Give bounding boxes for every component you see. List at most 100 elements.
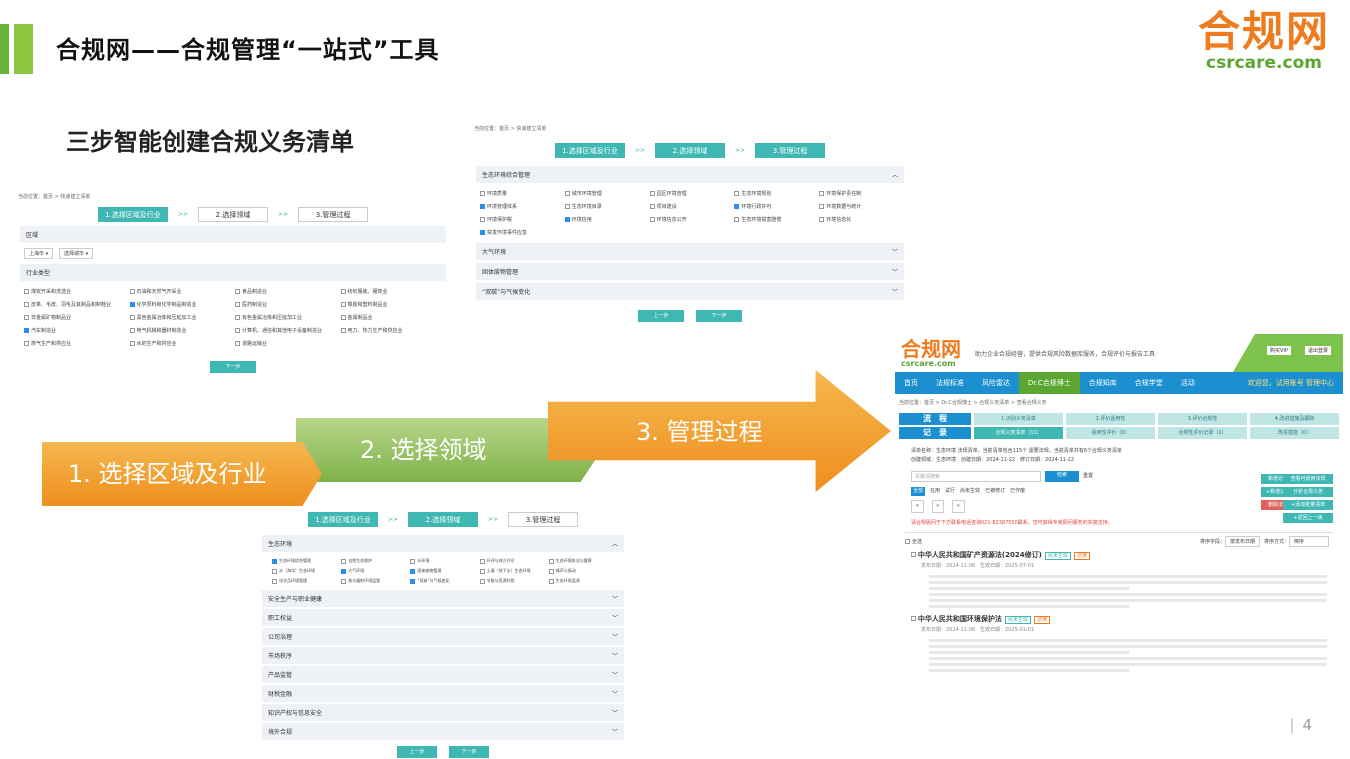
status-filter[interactable]: 在用 <box>930 487 940 496</box>
nav-item[interactable]: 合规学堂 <box>1126 372 1172 394</box>
action-button[interactable]: +返回上一级 <box>1283 513 1333 523</box>
checkbox-item[interactable]: 项目建设 <box>649 203 731 210</box>
checkbox-item[interactable]: 突发环境事件应急 <box>480 229 561 236</box>
checkbox-item[interactable]: 园区环境管理 <box>649 190 731 197</box>
checkbox-item[interactable]: 燃气生产和供应业 <box>24 340 126 347</box>
reset-link[interactable]: 重置 <box>1083 472 1093 481</box>
site-logo[interactable]: 合规网 <box>901 339 961 359</box>
checkbox-item[interactable]: 橡胶和塑料制品业 <box>340 301 443 308</box>
status-filter[interactable]: 尚未生效 <box>960 487 980 496</box>
status-filter[interactable]: 已被修订 <box>985 487 1005 496</box>
next-button[interactable]: 下一步 <box>449 746 489 758</box>
nav-item[interactable]: 合规知库 <box>1080 372 1126 394</box>
checkbox-item[interactable]: 节能与资源利用 <box>479 578 545 584</box>
search-button[interactable]: 检索 <box>1045 471 1079 482</box>
step-1[interactable]: 1.选择区域及行业 <box>97 207 168 222</box>
law-item[interactable]: 中华人民共和国环境保护法 尚未生效 法律 发布日期：2024-11-08 生效日期：2… <box>895 611 1343 636</box>
record-tab[interactable]: 改进措施（0） <box>1250 427 1339 439</box>
prev-button[interactable]: 上一步 <box>397 746 437 758</box>
checkbox-item[interactable]: 电力、热力生产和供应业 <box>340 327 443 334</box>
checkbox-item[interactable]: 噪声与振动 <box>548 568 614 574</box>
nav-item[interactable]: 活动 <box>1172 372 1204 394</box>
checkbox-item[interactable]: 生态环境监测 <box>548 578 614 584</box>
sort-select[interactable]: 按发布日期 <box>1224 536 1260 547</box>
step-3[interactable]: 3.管理过程 <box>508 512 579 527</box>
user-welcome[interactable]: 欢迎您，试用账号 管理中心 <box>1239 372 1343 394</box>
prev-button[interactable]: 上一步 <box>638 310 684 322</box>
flow-step[interactable]: 1.识别义务清单 <box>974 413 1063 425</box>
checkbox-item[interactable]: 环境保护责任制 <box>819 190 900 197</box>
status-filter[interactable]: 全部 <box>911 487 926 496</box>
checkbox-item[interactable]: 医药制造业 <box>235 301 337 308</box>
search-input[interactable]: 关键词搜索 <box>911 471 1041 482</box>
checkbox-item[interactable]: 皮革、毛皮、羽毛及其制品和制鞋业 <box>24 301 126 308</box>
section-header[interactable]: 生态环境综合管理 ︿ <box>476 166 904 183</box>
checkbox-item[interactable]: 环境信息化 <box>819 216 900 223</box>
checkbox-item[interactable]: “双碳”与气候变化 <box>410 578 475 584</box>
buy-vip-button[interactable]: 购买VIP <box>1267 346 1291 355</box>
checkbox-item[interactable]: 环境行政许可 <box>734 203 815 210</box>
checkbox-item[interactable]: 水的生产和供应业 <box>129 340 232 347</box>
status-filter[interactable]: 试行 <box>945 487 955 496</box>
step-2[interactable]: 2.选择领域 <box>408 512 478 527</box>
checkbox-item[interactable]: 化学原料和化学制品制造业 <box>129 301 232 308</box>
checkbox-item[interactable]: 非金属矿物制品业 <box>24 314 126 321</box>
checkbox-item[interactable]: 环境保护税 <box>480 216 561 223</box>
next-button[interactable]: 下一步 <box>210 361 256 373</box>
checkbox-item[interactable]: 水环境 <box>410 558 475 564</box>
select-all-checkbox[interactable]: 全选 <box>905 538 922 545</box>
nav-item[interactable]: 法规标准 <box>927 372 973 394</box>
law-title[interactable]: 中华人民共和国矿产资源法(2024修订) <box>918 551 1042 559</box>
checkbox-item[interactable]: 土壤（地下水）生态环境 <box>479 568 545 574</box>
section-header[interactable]: 大气环境 ﹀ <box>476 243 904 260</box>
checkbox-item[interactable]: 环境信息公开 <box>649 216 731 223</box>
checkbox-item[interactable]: 汽车制造业 <box>24 327 126 334</box>
action-button[interactable]: 分析合规义务 <box>1283 487 1333 497</box>
checkbox-item[interactable]: 纺织服装、服饰业 <box>340 288 443 295</box>
law-title[interactable]: 中华人民共和国环境保护法 <box>918 615 1002 623</box>
filter-select[interactable]: ▾ <box>911 500 924 513</box>
checkbox-item[interactable]: 水（海洋）生态环境 <box>272 568 337 574</box>
next-button[interactable]: 下一步 <box>696 310 742 322</box>
checkbox-item[interactable]: 有色金属冶炼和压延加工业 <box>235 314 337 321</box>
step-2[interactable]: 2.选择领域 <box>198 207 268 222</box>
record-tab[interactable]: 适用性评价（0） <box>1066 427 1155 439</box>
section-header[interactable]: 固体废物管理 ﹀ <box>476 263 904 280</box>
checkbox-item[interactable]: 环境管理体系 <box>480 203 561 210</box>
checkbox-item[interactable]: 生态环境执法与督察 <box>548 558 614 564</box>
city-select[interactable]: 选择城市 ▾ <box>59 248 94 259</box>
step-3[interactable]: 3.管理过程 <box>298 207 369 222</box>
checkbox-item[interactable]: 食品制造业 <box>235 288 337 295</box>
status-filter[interactable]: 已作废 <box>1010 487 1025 496</box>
checkbox-item[interactable]: 生态环境综合管理 <box>272 558 337 564</box>
checkbox-item[interactable]: 生态环境目录 <box>564 203 646 210</box>
checkbox-item[interactable]: 电气机械和器材制造业 <box>129 327 232 334</box>
section-header[interactable]: 知识产权与信息安全 ﹀ <box>262 704 624 721</box>
action-button[interactable]: +添加批量清单 <box>1283 500 1333 510</box>
flow-step[interactable]: 3.评价合规性 <box>1158 413 1247 425</box>
law-checkbox[interactable] <box>911 616 916 621</box>
nav-item[interactable]: 风险雷达 <box>973 372 1019 394</box>
step-1[interactable]: 1.选择区域及行业 <box>554 143 625 158</box>
section-header[interactable]: 产品监管 ﹀ <box>262 666 624 683</box>
logout-button[interactable]: 退出登录 <box>1305 346 1332 355</box>
step-2[interactable]: 2.选择领域 <box>655 143 725 158</box>
step-1[interactable]: 1.选择区域及行业 <box>307 512 378 527</box>
section-header[interactable]: 职工权益 ﹀ <box>262 609 624 626</box>
filter-select[interactable]: ▾ <box>952 500 965 513</box>
checkbox-item[interactable]: 自然生态保护 <box>341 558 406 564</box>
law-item[interactable]: 中华人民共和国矿产资源法(2024修订) 尚未生效 法律 发布日期：2024-11-0… <box>895 547 1343 572</box>
checkbox-item[interactable]: 固体废物管理 <box>410 568 475 574</box>
section-header[interactable]: 安全生产与职业健康 ﹀ <box>262 590 624 607</box>
checkbox-item[interactable]: 煤炭开采和洗选业 <box>24 288 126 295</box>
filter-select[interactable]: ▾ <box>931 500 945 513</box>
action-button[interactable]: 查看可适用法规 <box>1283 474 1333 484</box>
record-tab[interactable]: 合规义务清单（11） <box>974 427 1063 439</box>
order-select[interactable]: 倒序 <box>1289 536 1329 547</box>
checkbox-item[interactable]: 生态环境损害赔偿 <box>734 216 815 223</box>
checkbox-item[interactable]: 生态环境规划 <box>734 190 815 197</box>
checkbox-item[interactable]: 环境信用 <box>564 216 646 223</box>
checkbox-item[interactable]: 环境数据与统计 <box>819 203 900 210</box>
checkbox-item[interactable]: 大气环境 <box>341 568 406 574</box>
section-header[interactable]: 境外合规 ﹀ <box>262 723 624 740</box>
